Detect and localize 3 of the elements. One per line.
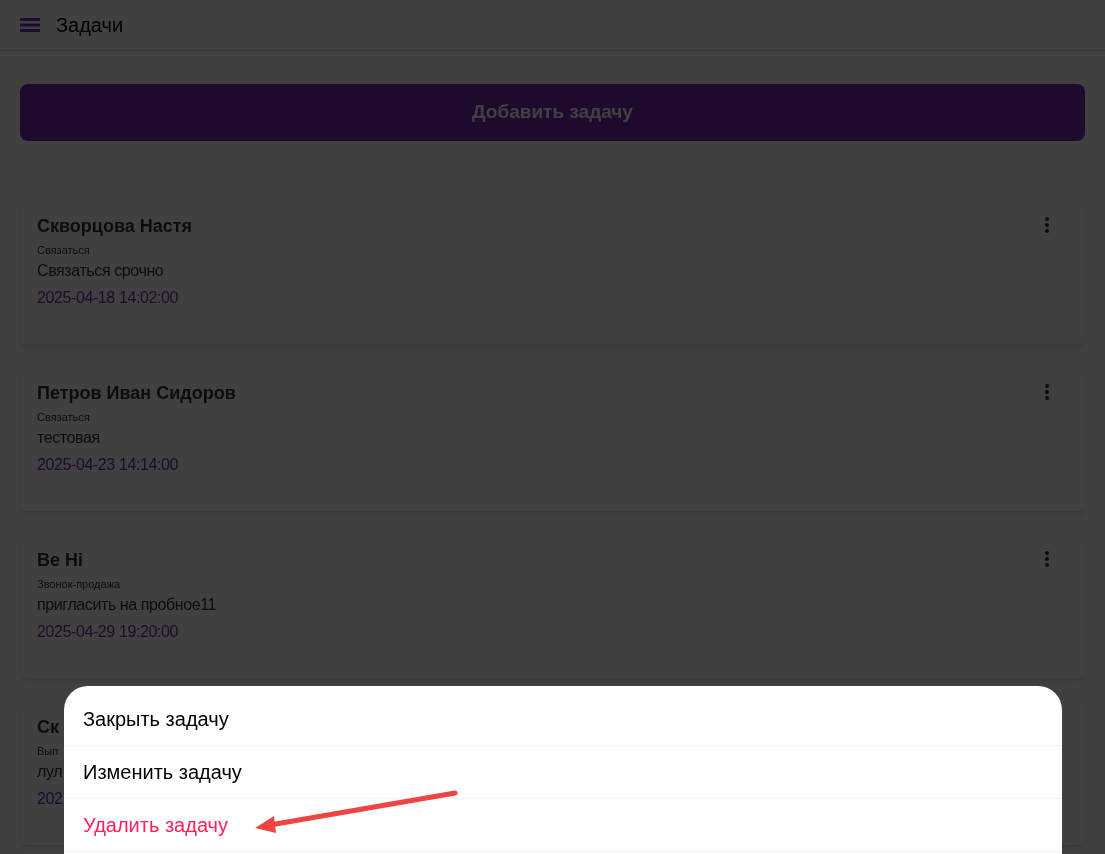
- page-title: Задачи: [56, 13, 124, 38]
- menu-item[interactable]: Закрыть задачу: [64, 693, 1062, 746]
- menu-item[interactable]: Изменить задачу: [64, 746, 1062, 799]
